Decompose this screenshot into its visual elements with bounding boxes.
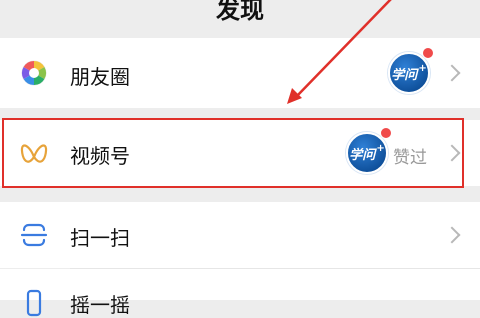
list-item-label: 摇一摇 [70, 293, 130, 317]
highlight-box [2, 118, 464, 188]
top-bar: 发现 [0, 0, 480, 24]
scan-icon [20, 223, 48, 247]
shake-icon [26, 289, 42, 317]
chevron-right-icon [443, 64, 461, 82]
list-item-shake[interactable]: 摇一摇 [0, 269, 480, 317]
list-item-scan[interactable]: 扫一扫 [0, 202, 480, 268]
avatar-text: 学问 [391, 67, 418, 83]
moments-icon [21, 60, 47, 86]
list-item-label: 朋友圈 [70, 65, 130, 89]
notification-dot [422, 47, 434, 59]
avatar: 学问 + [388, 52, 430, 94]
chevron-right-icon [443, 226, 461, 244]
avatar-plus: + [418, 62, 427, 74]
list-item-label: 扫一扫 [70, 226, 130, 250]
page-title: 发现 [216, 0, 264, 24]
list-item-moments[interactable]: 朋友圈 学问 + [0, 38, 480, 108]
